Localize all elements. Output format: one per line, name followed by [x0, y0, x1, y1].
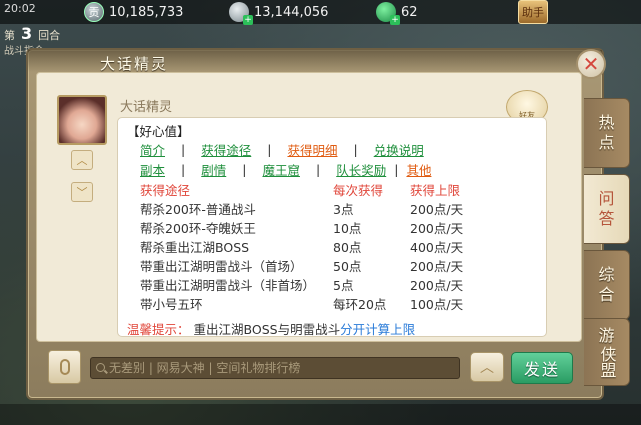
- tab-label: 合: [598, 285, 615, 304]
- table-cell: 帮杀200环-夺魄妖王: [140, 221, 256, 236]
- tip-label: 温馨提示：: [127, 322, 190, 337]
- separator: |: [242, 161, 247, 177]
- table-cell: 100点/天: [410, 297, 464, 312]
- table-header-row: 获得途径 每次获得 获得上限: [140, 179, 540, 198]
- table-row: 带小号五环 每环20点 100点/天: [140, 293, 540, 312]
- assistant-badge-button[interactable]: 助手: [518, 0, 548, 24]
- chat-input[interactable]: 无差别 | 网易大神 | 空间礼物排行榜: [90, 357, 460, 379]
- table-row: 帮杀200环-夺魄妖王 10点 200点/天: [140, 217, 540, 236]
- silver-ingot-icon: +: [229, 2, 253, 25]
- currency-gong-value: 10,185,733: [109, 4, 184, 20]
- tab-label: 综: [598, 265, 615, 284]
- tab-label: 热: [598, 113, 615, 132]
- table-cell: 200点/天: [410, 278, 464, 293]
- table-cell: 50点: [333, 259, 362, 274]
- chevron-up-icon: ︿: [76, 154, 88, 167]
- tab-hero-league[interactable]: 游 侠盟: [584, 318, 630, 386]
- expand-up-button[interactable]: ︿: [470, 352, 504, 382]
- column-header: 每次获得: [333, 183, 384, 198]
- currency-silver[interactable]: + 13,144,056: [229, 1, 329, 25]
- chat-input-placeholder: 无差别 | 网易大神 | 空间礼物排行榜: [109, 361, 301, 375]
- plus-icon: +: [390, 15, 400, 25]
- table-row: 带重出江湖明雷战斗（首场） 50点 200点/天: [140, 255, 540, 274]
- currency-gong[interactable]: 贡 10,185,733: [84, 1, 183, 23]
- tab-qa[interactable]: 问 答: [584, 174, 630, 244]
- scroll-down-button[interactable]: ﹀: [71, 182, 93, 202]
- tab-label: 问: [598, 189, 615, 208]
- tab-label: 侠盟: [597, 346, 617, 378]
- table-cell: 200点/天: [410, 202, 464, 217]
- table-row: 帮杀200环-普通战斗 3点 200点/天: [140, 198, 540, 217]
- table-cell: 400点/天: [410, 240, 464, 255]
- table-cell: 带重出江湖明雷战斗（非首场）: [140, 278, 316, 293]
- link-captain-reward[interactable]: 队长奖励: [336, 160, 386, 179]
- currency-silver-value: 13,144,056: [254, 4, 329, 20]
- npc-avatar: [57, 95, 107, 145]
- link-other[interactable]: 其他: [406, 160, 431, 179]
- voice-input-button[interactable]: [48, 350, 81, 384]
- speaker-name: 大话精灵: [120, 100, 173, 115]
- link-intro[interactable]: 简介: [140, 140, 165, 159]
- table-row: 帮杀重出江湖BOSS 80点 400点/天: [140, 236, 540, 255]
- table-cell: 带小号五环: [140, 297, 203, 312]
- gong-coin-icon: 贡: [84, 2, 104, 22]
- separator: |: [267, 141, 272, 157]
- currency-jade-value: 62: [401, 4, 418, 20]
- tip-link[interactable]: 分开计算上限: [340, 322, 415, 337]
- link-obtain-methods[interactable]: 获得途径: [201, 140, 251, 159]
- jade-icon: +: [376, 2, 400, 25]
- table-cell: 带重出江湖明雷战斗（首场）: [140, 259, 303, 274]
- table-cell: 帮杀200环-普通战斗: [140, 202, 256, 217]
- nav-row-2: 副本 | 剧情 | 魔王窟 | 队长奖励 | 其他: [140, 160, 431, 178]
- scroll-up-button[interactable]: ︿: [71, 150, 93, 170]
- table-cell: 200点/天: [410, 221, 464, 236]
- table-cell: 每环20点: [333, 297, 387, 312]
- search-icon: [96, 363, 105, 372]
- link-dungeon[interactable]: 副本: [140, 160, 165, 179]
- dialog-title: 大话精灵: [100, 55, 169, 73]
- status-bar: 20:02 贡 10,185,733 + 13,144,056 + 62 助手: [0, 0, 641, 25]
- table-cell: 帮杀重出江湖BOSS: [140, 240, 250, 255]
- table-cell: 5点: [333, 278, 354, 293]
- round-indicator: 第 3 回合: [4, 24, 60, 43]
- tip-text: 重出江湖BOSS与明雷战斗: [193, 322, 341, 337]
- tab-general[interactable]: 综 合: [584, 250, 630, 320]
- chevron-down-icon: ﹀: [76, 186, 88, 199]
- table-cell: 80点: [333, 240, 362, 255]
- tip-line: 温馨提示： 重出江湖BOSS与明雷战斗分开计算上限: [127, 319, 415, 338]
- microphone-icon: [59, 359, 70, 375]
- tab-hot[interactable]: 热 点: [584, 98, 630, 168]
- separator: |: [181, 141, 186, 157]
- obtain-table: 获得途径 每次获得 获得上限 帮杀200环-普通战斗 3点 200点/天 帮杀2…: [140, 179, 540, 312]
- link-story[interactable]: 剧情: [201, 160, 226, 179]
- link-exchange-info[interactable]: 兑换说明: [374, 140, 424, 159]
- clock: 20:02: [4, 2, 36, 15]
- tab-label: 点: [598, 133, 615, 152]
- separator: |: [394, 161, 399, 177]
- table-cell: 10点: [333, 221, 362, 236]
- send-button[interactable]: 发送: [511, 352, 573, 384]
- table-row: 带重出江湖明雷战斗（非首场） 5点 200点/天: [140, 274, 540, 293]
- chevron-up-icon: ︿: [480, 360, 494, 376]
- separator: |: [315, 161, 321, 177]
- column-header: 获得上限: [410, 183, 461, 198]
- tab-label: 游: [598, 326, 615, 345]
- currency-jade[interactable]: + 62: [376, 1, 418, 25]
- round-prefix: 第: [4, 29, 15, 42]
- plus-icon: +: [243, 15, 253, 25]
- link-demon-cave[interactable]: 魔王窟: [262, 160, 300, 179]
- separator: |: [353, 141, 358, 157]
- round-number: 3: [21, 24, 33, 43]
- tab-label: 答: [598, 209, 615, 228]
- message-header: 【好心值】: [127, 124, 190, 139]
- message-bubble: 【好心值】 简介 | 获得途径 | 获得明细 | 兑换说明 副本 | 剧情 | …: [117, 117, 547, 337]
- round-suffix: 回合: [38, 29, 61, 42]
- column-header: 获得途径: [140, 183, 191, 198]
- table-cell: 200点/天: [410, 259, 464, 274]
- table-cell: 3点: [333, 202, 354, 217]
- nav-row-1: 简介 | 获得途径 | 获得明细 | 兑换说明: [140, 140, 424, 158]
- link-obtain-details[interactable]: 获得明细: [287, 140, 337, 159]
- bottom-strip: [0, 404, 641, 425]
- separator: |: [181, 161, 186, 177]
